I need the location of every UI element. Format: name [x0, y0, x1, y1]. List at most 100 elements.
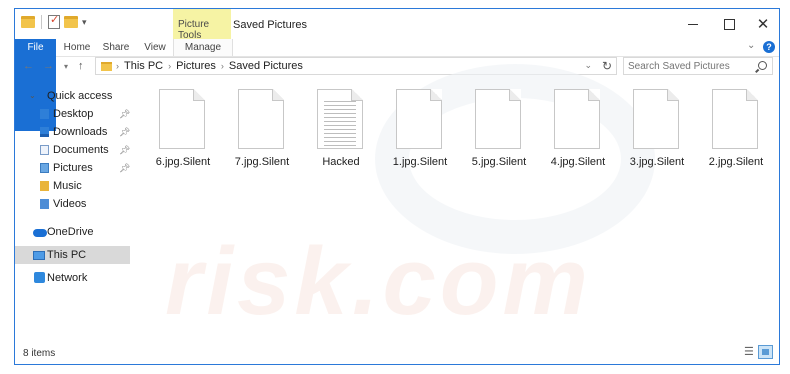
nav-label: Desktop [53, 108, 94, 120]
properties-icon[interactable] [48, 13, 60, 29]
tab-view[interactable]: View [141, 39, 169, 56]
documents-icon [40, 145, 49, 155]
address-bar[interactable]: › This PC › Pictures › Saved Pictures ⌄ … [95, 57, 617, 75]
tab-home[interactable]: Home [62, 39, 92, 56]
file-item[interactable]: 6.jpg.Silent [145, 87, 221, 179]
breadcrumb-pictures[interactable]: Pictures [176, 60, 216, 72]
file-item[interactable]: 3.jpg.Silent [619, 87, 695, 179]
star-icon: ★ [33, 88, 43, 100]
network-icon [34, 272, 45, 283]
pin-icon[interactable]: 📌︎ [119, 105, 130, 123]
chevron-down-icon[interactable]: ⌄ [584, 60, 592, 71]
folder-icon [101, 62, 112, 71]
chevron-right-icon[interactable]: › [168, 61, 171, 71]
nav-label: Music [53, 180, 82, 192]
pictures-icon [40, 163, 49, 173]
help-icon[interactable]: ? [763, 41, 775, 53]
search-icon[interactable] [758, 61, 767, 70]
text-file-icon [317, 89, 363, 149]
file-item[interactable]: 2.jpg.Silent [698, 87, 774, 179]
back-arrow-icon[interactable]: ← [23, 60, 34, 72]
file-icon [712, 89, 758, 149]
file-item[interactable]: Hacked [303, 87, 379, 179]
file-item[interactable]: 4.jpg.Silent [540, 87, 616, 179]
maximize-button[interactable] [711, 9, 747, 39]
expand-ribbon-icon[interactable]: ⌄ [747, 40, 755, 51]
nav-item-videos[interactable]: Videos [15, 195, 130, 213]
close-icon: ✕ [756, 15, 770, 33]
file-icon [475, 89, 521, 149]
nav-label: Network [47, 272, 88, 284]
computer-icon [33, 251, 45, 260]
pin-icon[interactable]: 📌︎ [119, 141, 130, 159]
nav-label: Pictures [53, 162, 93, 174]
refresh-icon[interactable]: ↻ [602, 59, 612, 73]
file-item[interactable]: 7.jpg.Silent [224, 87, 300, 179]
file-name: 4.jpg.Silent [550, 156, 606, 168]
picture-tools-label: Picture Tools [178, 19, 210, 41]
up-arrow-icon[interactable]: ↑ [78, 60, 84, 72]
forward-arrow-icon[interactable]: → [43, 60, 54, 72]
desktop-icon [40, 109, 49, 119]
file-list: 6.jpg.Silent 7.jpg.Silent Hacked 1.jpg.S… [145, 87, 775, 187]
status-item-count: 8 items [23, 348, 56, 359]
file-icon [554, 89, 600, 149]
nav-item-network[interactable]: Network [15, 269, 130, 287]
nav-quick-access[interactable]: ⌄ ★ Quick access [15, 87, 130, 105]
chevron-right-icon[interactable]: › [221, 61, 224, 71]
downloads-icon [40, 127, 49, 137]
onedrive-icon [33, 229, 47, 237]
nav-item-desktop[interactable]: Desktop 📌︎ [15, 105, 130, 123]
folder-icon [21, 16, 35, 28]
nav-item-this-pc[interactable]: This PC [15, 246, 130, 264]
nav-item-documents[interactable]: Documents 📌︎ [15, 141, 130, 159]
file-item[interactable]: 5.jpg.Silent [461, 87, 537, 179]
file-icon [396, 89, 442, 149]
watermark-text: risk.com [165, 228, 592, 335]
file-name: 3.jpg.Silent [629, 156, 685, 168]
nav-label: Quick access [47, 90, 113, 102]
breadcrumb-saved-pictures[interactable]: Saved Pictures [229, 60, 303, 72]
window-title: Saved Pictures [233, 19, 307, 31]
pin-icon[interactable]: 📌︎ [119, 159, 130, 177]
large-icons-view-button[interactable] [758, 345, 773, 359]
file-name: Hacked [322, 156, 360, 168]
file-item[interactable]: 1.jpg.Silent [382, 87, 458, 179]
videos-icon [40, 199, 49, 209]
new-folder-icon[interactable] [64, 16, 78, 28]
search-input[interactable] [628, 60, 750, 72]
quick-access-toolbar: ▾ [21, 13, 87, 29]
nav-label: Documents [53, 144, 109, 156]
minimize-button[interactable] [675, 9, 711, 39]
nav-item-onedrive[interactable]: OneDrive [15, 223, 130, 241]
customize-toolbar-icon[interactable]: ▾ [82, 17, 87, 28]
tab-share[interactable]: Share [101, 39, 131, 56]
nav-item-pictures[interactable]: Pictures 📌︎ [15, 159, 130, 177]
picture-tools-group: Picture Tools [173, 9, 231, 41]
file-name: 1.jpg.Silent [392, 156, 448, 168]
breadcrumb-this-pc[interactable]: This PC [124, 60, 163, 72]
ribbon-tabs: File Home Share View Manage ⌄ ? [15, 39, 779, 131]
pin-icon[interactable]: 📌︎ [119, 123, 130, 141]
file-name: 7.jpg.Silent [234, 156, 290, 168]
recent-locations-icon[interactable]: ▾ [64, 62, 68, 71]
chevron-right-icon: › [116, 61, 119, 71]
file-icon [633, 89, 679, 149]
maximize-icon [723, 18, 735, 30]
breadcrumb: › This PC › Pictures › Saved Pictures [116, 60, 303, 72]
explorer-window: ▾ Picture Tools Saved Pictures ✕ File Ho… [14, 8, 780, 365]
nav-label: Videos [53, 198, 87, 210]
nav-label: This PC [47, 249, 87, 261]
file-icon [238, 89, 284, 149]
address-row: ← → ▾ ↑ › This PC › Pictures › Saved Pic… [15, 57, 779, 77]
tab-manage[interactable]: Manage [173, 39, 233, 56]
details-view-button[interactable] [741, 345, 756, 359]
file-name: 6.jpg.Silent [155, 156, 211, 168]
file-icon [159, 89, 205, 149]
nav-item-downloads[interactable]: Downloads 📌︎ [15, 123, 130, 141]
nav-item-music[interactable]: Music [15, 177, 130, 195]
search-box[interactable] [623, 57, 773, 75]
close-button[interactable]: ✕ [745, 9, 779, 39]
toolbar-divider [41, 15, 42, 29]
navigation-pane: ⌄ ★ Quick access Desktop 📌︎ Downloads 📌︎… [15, 83, 130, 345]
